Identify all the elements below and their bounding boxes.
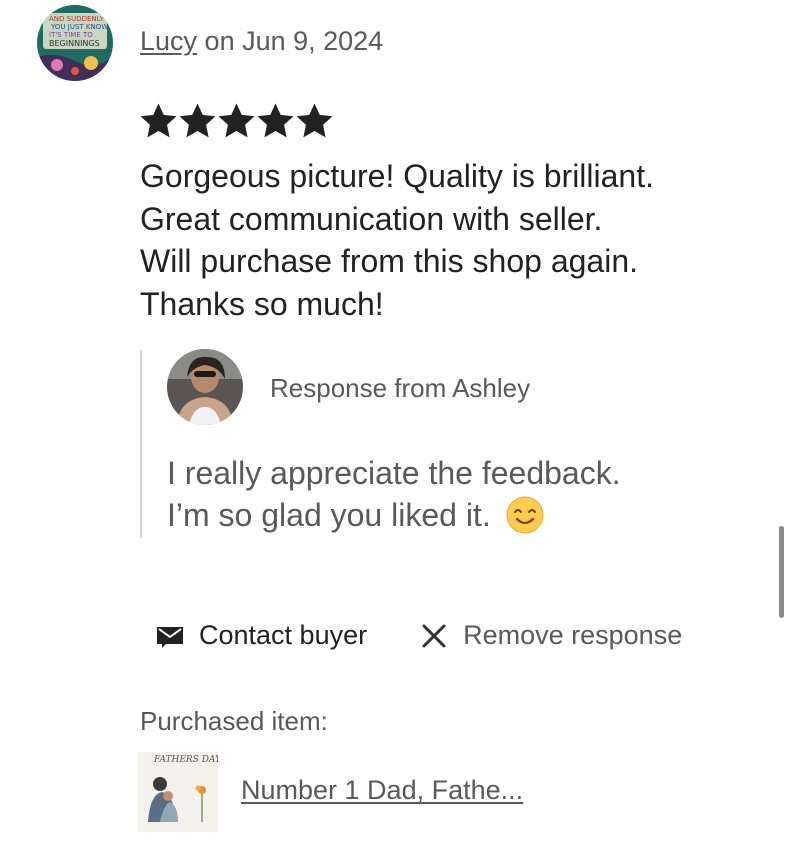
response-line-2: I’m so glad you liked it.	[167, 494, 621, 536]
review-actions: Contact buyer Remove response	[155, 620, 682, 651]
reviewer-avatar: AND SUDDENLY YOU JUST KNOW IT'S TIME TO …	[37, 5, 113, 81]
contact-buyer-label: Contact buyer	[199, 620, 368, 650]
review-text-line: Gorgeous picture! Quality is brilliant.	[140, 158, 654, 194]
scrollbar-thumb[interactable]	[779, 526, 784, 618]
review-date: on Jun 9, 2024	[197, 26, 384, 56]
response-title: Response from Ashley	[270, 373, 531, 403]
review-text-line: Thanks so much!	[140, 285, 384, 322]
smiling-face-icon	[505, 495, 545, 535]
close-icon	[422, 624, 446, 647]
svg-text:AND SUDDENLY: AND SUDDENLY	[49, 15, 105, 23]
review-text-line: Will purchase from this shop again.	[140, 243, 638, 279]
review-text-line: Great communication with seller.	[140, 200, 603, 237]
remove-response-label: Remove response	[463, 620, 683, 650]
star-icon	[179, 103, 216, 138]
purchased-item-thumbnail[interactable]: FATHERS DAY	[138, 752, 218, 832]
response-line-1: I really appreciate the feedback.	[167, 455, 621, 491]
star-icon	[296, 103, 333, 138]
remove-response-button[interactable]: Remove response	[419, 620, 682, 651]
star-rating	[140, 103, 333, 140]
review-text: Gorgeous picture! Quality is brilliant. G…	[140, 155, 780, 325]
svg-text:BEGINNINGS: BEGINNINGS	[49, 39, 100, 48]
svg-text:YOU JUST KNOW: YOU JUST KNOW	[50, 23, 108, 31]
purchased-item-link[interactable]: Number 1 Dad, Fathe...	[241, 775, 523, 806]
seller-avatar	[167, 349, 243, 425]
contact-buyer-button[interactable]: Contact buyer	[155, 620, 367, 651]
thumb-caption: FATHERS DAY	[153, 755, 218, 765]
envelope-icon	[157, 626, 183, 648]
star-icon	[218, 103, 255, 138]
star-icon	[140, 103, 177, 138]
star-icon	[257, 103, 294, 138]
reviewer-name-link[interactable]: Lucy	[140, 26, 197, 56]
response-divider	[140, 350, 142, 538]
response-text: I really appreciate the feedback. I’m so…	[167, 452, 621, 536]
purchased-item-label: Purchased item:	[140, 706, 328, 736]
svg-text:IT'S TIME TO: IT'S TIME TO	[49, 31, 93, 39]
review-meta: Lucy on Jun 9, 2024	[140, 26, 383, 57]
